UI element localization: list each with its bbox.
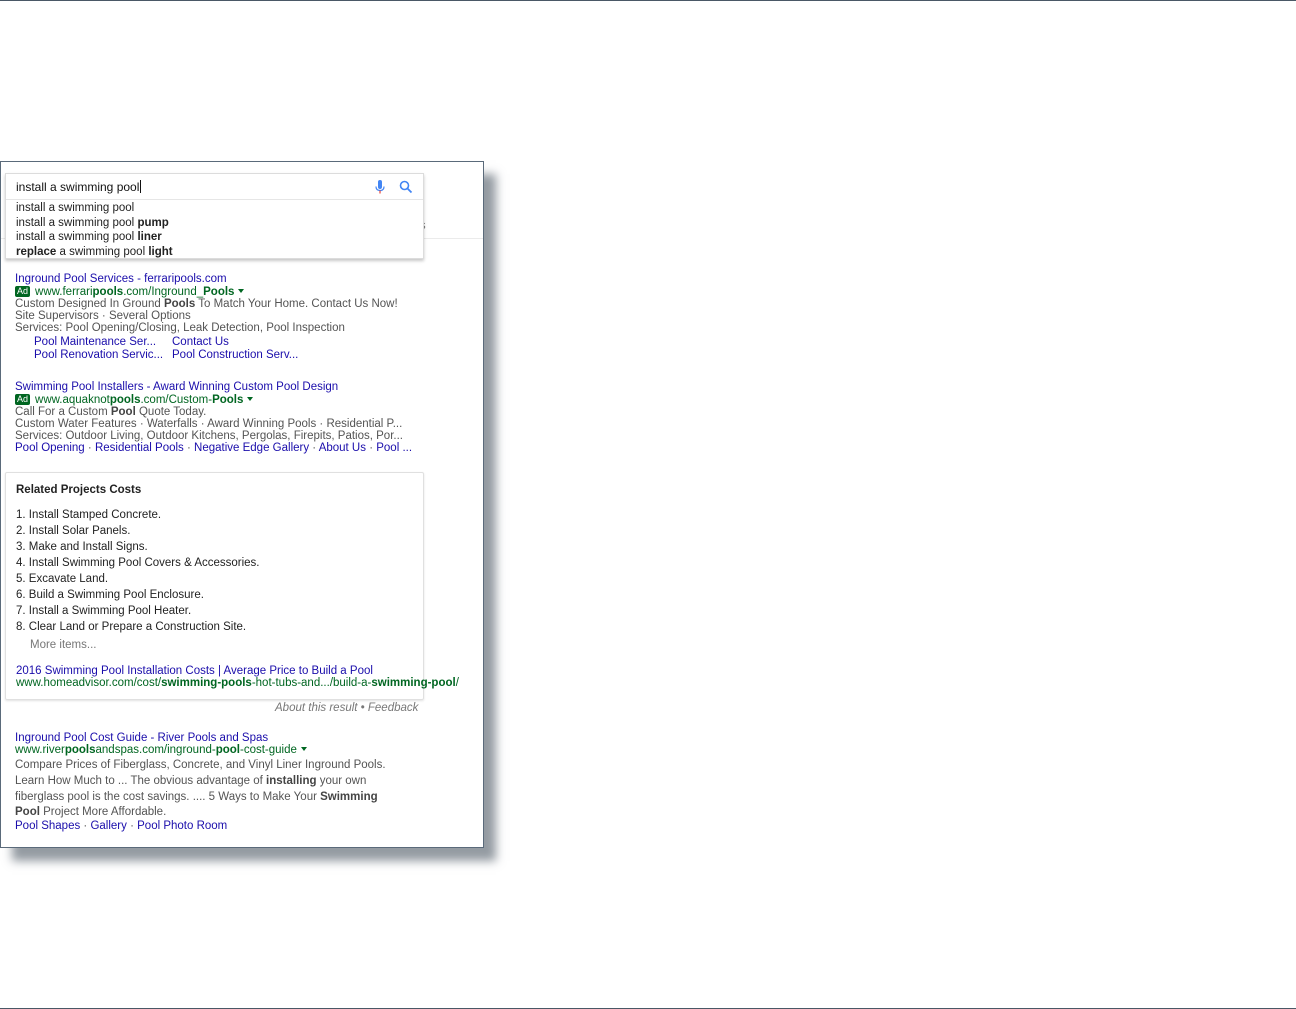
featured-snippet-list: 1. Install Stamped Concrete. 2. Install … [16, 507, 260, 635]
ad-badge: Ad [15, 394, 31, 405]
sitelink[interactable]: Pool Maintenance Ser... [34, 336, 172, 349]
result-sitelinks: Pool Shapes · Gallery · Pool Photo Room [15, 820, 228, 832]
sitelink[interactable]: Gallery [90, 820, 126, 832]
sitelink[interactable]: Negative Edge Gallery [194, 442, 309, 454]
result-url-bold[interactable]: pools [65, 744, 96, 756]
ad-title-link[interactable]: Swimming Pool Installers - Award Winning… [15, 381, 338, 394]
ad-url-bold[interactable]: Pools [212, 394, 243, 406]
result-snippet: Learn How Much to ... The obvious advant… [15, 775, 367, 787]
result-url-line: www.riverpoolsandspas.com/inground-pool-… [15, 744, 307, 757]
featured-source-url[interactable]: www.homeadvisor.com/cost/swimming-pools-… [16, 677, 459, 689]
search-input[interactable]: install a swimming pool [16, 180, 346, 194]
about-feedback-line: About this result • Feedback [275, 702, 418, 714]
feedback-link[interactable]: Feedback [368, 702, 419, 714]
search-icon[interactable] [399, 180, 413, 194]
sitelink[interactable]: Pool Shapes [15, 820, 80, 832]
dropdown-arrow-icon[interactable] [247, 397, 254, 401]
sitelink[interactable]: Contact Us [172, 336, 310, 349]
list-item: 5. Excavate Land. [16, 573, 109, 585]
microphone-icon[interactable] [374, 180, 386, 195]
sitelink[interactable]: Pool Renovation Servic... [34, 349, 172, 362]
ad-url[interactable]: www.ferrari [35, 286, 93, 298]
result-snippet: Pool Project More Affordable. [15, 806, 167, 818]
search-results-screenshot: ls Inground Pool Services - ferraripools… [0, 161, 484, 848]
ad-sitelinks: Pool Renovation Servic... Pool Constructi… [34, 349, 310, 362]
autocomplete-suggestion[interactable]: install a swimming pool pump [6, 216, 423, 231]
ad-url[interactable]: .com/Custom- [140, 394, 212, 406]
list-item: 2. Install Solar Panels. [16, 525, 131, 537]
more-items-link[interactable]: More items... [30, 639, 96, 651]
ad-sitelinks: Pool Maintenance Ser... Contact Us [34, 336, 310, 349]
featured-snippet-card: Related Projects Costs 1. Install Stampe… [5, 472, 459, 700]
top-divider [0, 0, 1296, 1]
ad-url-bold[interactable]: pools [93, 286, 124, 298]
sitelink[interactable]: Pool Photo Room [137, 820, 227, 832]
autocomplete-list: install a swimming pool install a swimmi… [6, 200, 423, 259]
ad-badge: Ad [15, 286, 31, 297]
list-item: 4. Install Swimming Pool Covers & Access… [16, 557, 260, 569]
about-this-result-link[interactable]: About this result [275, 702, 357, 714]
result-url[interactable]: andspas.com/inground- [96, 744, 216, 756]
ad-inline-sitelinks: Pool Opening · Residential Pools · Negat… [15, 442, 413, 454]
ad-title-link[interactable]: Inground Pool Services - ferraripools.co… [15, 273, 227, 286]
sitelink[interactable]: Residential Pools [95, 442, 184, 454]
autocomplete-suggestion[interactable]: install a swimming pool liner [6, 230, 423, 245]
autocomplete-suggestion[interactable]: install a swimming pool [6, 201, 423, 216]
result-url-bold[interactable]: pool [216, 744, 240, 756]
search-input-row: install a swimming pool [6, 174, 423, 200]
ad-url-bold[interactable]: pools [110, 394, 141, 406]
text-caret [140, 180, 142, 193]
list-item: 8. Clear Land or Prepare a Construction … [16, 621, 247, 633]
list-item: 7. Install a Swimming Pool Heater. [16, 605, 192, 617]
dropdown-arrow-icon[interactable] [238, 289, 245, 293]
dropdown-arrow-icon[interactable] [300, 747, 307, 751]
list-item: 6. Build a Swimming Pool Enclosure. [16, 589, 204, 601]
featured-snippet-title: Related Projects Costs [16, 484, 142, 496]
list-item: 3. Make and Install Signs. [16, 541, 148, 553]
result-url[interactable]: www.river [15, 744, 65, 756]
sitelink[interactable]: Pool ... [376, 442, 412, 454]
result-snippet: fiberglass pool is the cost savings. ...… [15, 791, 378, 803]
sitelink[interactable]: About Us [319, 442, 366, 454]
autocomplete-suggestion[interactable]: replace a swimming pool light [6, 245, 423, 260]
result-snippet: Compare Prices of Fiberglass, Concrete, … [15, 759, 386, 771]
result-url[interactable]: -cost-guide [240, 744, 297, 756]
ad-url[interactable]: .com/Inground_ [123, 286, 203, 298]
ad-url-bold[interactable]: Pools [203, 286, 234, 298]
search-box: install a swimming pool install a swimmi… [5, 173, 424, 259]
list-item: 1. Install Stamped Concrete. [16, 509, 162, 521]
ad-url[interactable]: www.aquaknot [35, 394, 110, 406]
sitelink[interactable]: Pool Construction Serv... [172, 349, 310, 362]
ad-structured-snippet: Services: Pool Opening/Closing, Leak Det… [15, 322, 345, 334]
sitelink[interactable]: Pool Opening [15, 442, 85, 454]
separator: • [357, 702, 368, 714]
featured-source-link[interactable]: 2016 Swimming Pool Installation Costs | … [16, 665, 373, 677]
